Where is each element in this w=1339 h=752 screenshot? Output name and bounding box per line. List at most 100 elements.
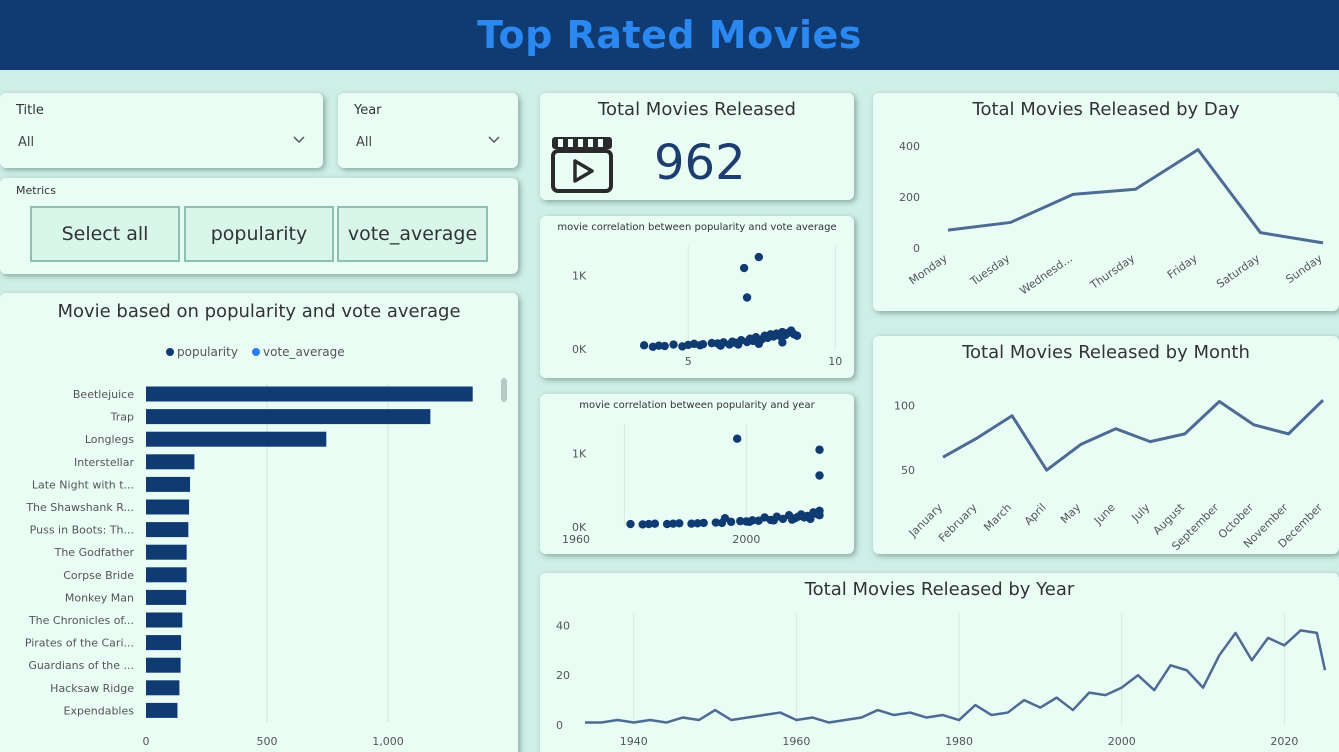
month-line-chart-card: Total Movies Released by Month 50 100 Janu…: [873, 336, 1339, 554]
y-tick-label: 20: [556, 669, 570, 682]
year-filter-value[interactable]: All: [356, 135, 372, 150]
x-tick-label: 10: [828, 355, 842, 368]
y-tick-label: 40: [556, 619, 570, 632]
x-tick-label: 1960: [782, 735, 810, 748]
y-tick-label: 1K: [572, 269, 587, 282]
data-point: [726, 517, 736, 527]
bar: [146, 522, 189, 538]
chevron-down-icon[interactable]: [293, 133, 305, 145]
y-tick-label: Hacksaw Ridge: [50, 682, 134, 695]
data-point: [739, 263, 749, 273]
data-point: [669, 340, 678, 349]
title-filter-value[interactable]: All: [18, 135, 34, 150]
data-point: [754, 339, 764, 349]
legend-marker-vote-average: [252, 348, 260, 356]
scrollbar-thumb[interactable]: [501, 378, 507, 402]
data-point: [639, 341, 649, 350]
popularity-button[interactable]: popularity: [184, 206, 334, 262]
y-tick-label: The Shawshank R...: [25, 501, 134, 514]
bar: [146, 567, 187, 583]
bar: [146, 454, 195, 470]
chevron-down-icon[interactable]: [488, 133, 500, 145]
x-tick-label: Thursday: [1087, 252, 1138, 293]
x-tick-label: 500: [257, 735, 278, 748]
data-point: [745, 517, 754, 527]
bar: [146, 544, 187, 560]
data-point: [716, 341, 725, 350]
data-point: [668, 519, 678, 528]
data-point: [732, 434, 742, 443]
bar-chart: popularity vote_average 0 500 1,000 Beetlejui…: [25, 345, 507, 748]
year-filter-label: Year: [354, 103, 382, 118]
vote-average-button[interactable]: vote_average: [337, 206, 488, 262]
day-line-chart: 0 200 400 Monday Tuesday Wednesd... Thursday Fr…: [899, 140, 1326, 298]
title-filter-label: Title: [16, 103, 44, 118]
x-tick-label: 2000: [732, 533, 760, 546]
year-filter[interactable]: Year All: [338, 93, 518, 168]
kpi-card: Total Movies Released 962: [540, 93, 854, 200]
y-tick-label: Corpse Bride: [63, 569, 134, 582]
data-point: [806, 514, 815, 524]
film-clapper-icon: [551, 137, 613, 193]
data-point: [660, 341, 669, 351]
y-tick-label: 1K: [572, 447, 587, 460]
x-tick-label: Monday: [907, 252, 950, 288]
x-tick-label: June: [1091, 501, 1118, 528]
x-tick-label: May: [1058, 501, 1084, 527]
x-tick-label: 1940: [620, 735, 648, 748]
data-point: [626, 519, 635, 529]
popularity-bar-chart-card: Movie based on popularity and vote avera…: [0, 293, 518, 752]
popularity-year-scatter-card: movie correlation between popularity and…: [540, 394, 854, 554]
data-point: [792, 331, 802, 340]
legend-label: popularity: [177, 345, 238, 359]
data-point: [717, 518, 727, 528]
data-point: [793, 512, 803, 521]
y-tick-label: Trap: [110, 411, 134, 424]
y-tick-label: The Chronicles of...: [28, 614, 134, 627]
data-point: [734, 340, 743, 349]
popularity-vote-scatter-card: movie correlation between popularity and…: [540, 216, 854, 378]
bar: [146, 612, 183, 628]
x-tick-label: Sunday: [1284, 252, 1326, 287]
popularity-vote-scatter: 1K 0K 5 10: [572, 246, 842, 368]
x-tick-label: 5: [685, 355, 692, 368]
x-tick-label: 0: [143, 735, 150, 748]
metrics-slicer: Metrics Select all popularity vote_avera…: [0, 178, 518, 274]
y-tick-label: Monkey Man: [65, 591, 134, 604]
series-line: [942, 399, 1325, 472]
bar: [146, 409, 431, 425]
bar: [146, 499, 190, 515]
data-point: [644, 519, 653, 529]
y-tick-label: Longlegs: [85, 433, 134, 446]
series-line: [947, 148, 1324, 245]
x-tick-label: April: [1022, 501, 1049, 528]
x-tick-label: 1960: [562, 533, 590, 546]
metrics-label: Metrics: [16, 184, 56, 197]
y-tick-label: Late Night with t...: [32, 478, 134, 491]
y-tick-label: Interstellar: [74, 456, 134, 469]
select-all-button[interactable]: Select all: [30, 206, 180, 262]
y-tick-label: Beetlejuice: [73, 388, 134, 401]
bar: [146, 702, 178, 718]
bar: [146, 386, 473, 402]
bar: [146, 635, 182, 651]
x-tick-label: 2000: [1108, 735, 1136, 748]
series-line: [585, 629, 1327, 724]
kpi-title: Total Movies Released: [598, 99, 796, 120]
year-line-chart-card: Total Movies Released by Year 1940 1960 19…: [540, 573, 1339, 752]
data-point: [769, 516, 778, 525]
title-filter[interactable]: Title All: [0, 93, 323, 168]
data-point: [648, 342, 658, 351]
x-tick-label: July: [1128, 501, 1152, 525]
y-tick-label: 400: [899, 140, 920, 153]
data-point: [695, 341, 705, 350]
x-tick-label: February: [936, 501, 980, 545]
bar: [146, 680, 180, 696]
y-tick-label: 0: [556, 719, 563, 732]
bar: [146, 476, 191, 492]
year-line-chart: 1940 1960 1980 2000 2020 0 20 40: [556, 613, 1327, 748]
data-point: [693, 519, 702, 528]
x-tick-label: 2020: [1270, 735, 1298, 748]
legend-marker-popularity: [166, 348, 174, 356]
y-tick-label: 100: [894, 399, 915, 412]
